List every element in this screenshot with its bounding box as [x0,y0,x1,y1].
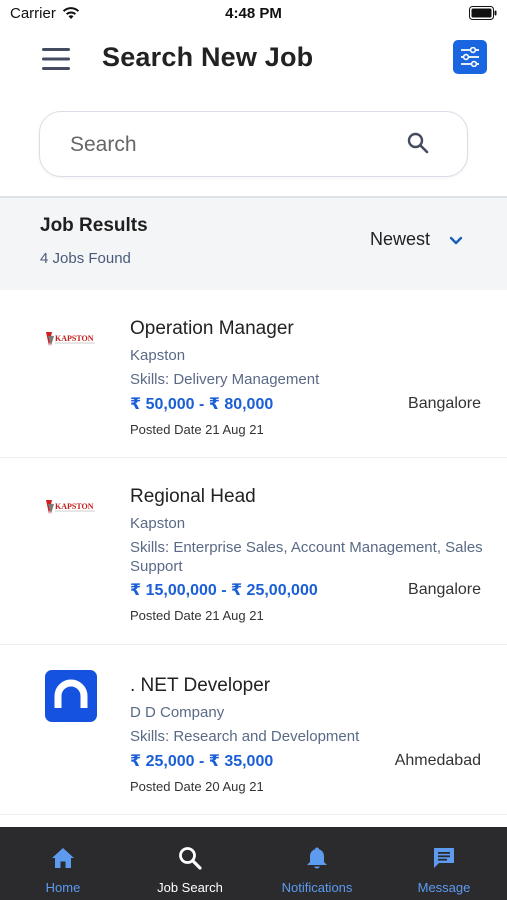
job-location: Bangalore [408,581,481,598]
job-card[interactable]: KAPSTON Regional Head Kapston Skills: En… [0,458,507,645]
sort-dropdown[interactable]: Newest [370,228,470,254]
job-company: Kapston [130,347,186,364]
job-list: KAPSTON Operation Manager Kapston Skills… [0,290,507,815]
results-count: 4 Jobs Found [40,250,131,267]
job-title: Regional Head [130,486,256,507]
job-salary: ₹ 15,00,000 - ₹ 25,00,000 [130,582,318,599]
search-input[interactable] [70,130,390,160]
sort-selected-label: Newest [370,229,431,249]
battery-icon [469,6,497,20]
status-bar: Carrier 4:48 PM [0,0,507,28]
nav-item-message[interactable]: Message [381,827,507,900]
job-salary: ₹ 25,000 - ₹ 35,000 [130,753,274,770]
job-title: . NET Developer [130,675,271,696]
job-card[interactable]: . NET Developer D D Company Skills: Rese… [0,645,507,815]
job-company: Kapston [130,515,186,532]
nav-item-notifications[interactable]: Notifications [254,827,380,900]
job-card[interactable]: KAPSTON Operation Manager Kapston Skills… [0,290,507,458]
bottom-nav: Home Job Search Notifications Message [0,827,507,900]
nav-label-home: Home [45,880,81,895]
nav-label-message: Message [417,880,471,895]
job-posted-date: Posted Date 21 Aug 21 [130,608,264,623]
search-box [39,111,468,177]
nav-item-home[interactable]: Home [0,827,126,900]
results-header: Job Results 4 Jobs Found Newest [0,196,507,290]
status-time: 4:48 PM [225,5,282,22]
dd-company-logo [45,670,97,722]
job-skills: Skills: Delivery Management [130,371,320,388]
nav-item-job-search[interactable]: Job Search [127,827,253,900]
job-posted-date: Posted Date 21 Aug 21 [130,422,264,437]
job-location: Bangalore [408,395,481,412]
job-title: Operation Manager [130,318,294,339]
sliders-icon [461,47,479,67]
message-icon [434,848,454,868]
job-posted-date: Posted Date 20 Aug 21 [130,779,264,794]
kapston-logo: KAPSTON [46,500,95,514]
nav-label-notifications: Notifications [281,880,353,895]
kapston-logo: KAPSTON [46,332,95,346]
filter-button[interactable] [453,40,487,74]
app-header: Search New Job [0,28,507,92]
job-location: Ahmedabad [394,752,481,769]
bell-icon [307,847,327,869]
nav-label-job-search: Job Search [157,880,223,895]
job-skills: Skills: Enterprise Sales, Account Manage… [130,539,483,575]
chevron-down-icon [449,236,463,245]
job-salary: ₹ 50,000 - ₹ 80,000 [130,396,274,413]
dd-logo-mark [54,679,88,708]
home-icon [52,848,74,868]
job-skills: Skills: Research and Development [130,728,360,745]
kapston-logo-text: KAPSTON [55,502,94,511]
results-title: Job Results [40,215,148,236]
search-icon[interactable] [406,131,430,155]
kapston-logo-text: KAPSTON [55,334,94,343]
search-icon [179,847,202,870]
job-company: D D Company [130,704,225,721]
page-title: Search New Job [102,42,314,72]
menu-icon[interactable] [40,46,72,72]
